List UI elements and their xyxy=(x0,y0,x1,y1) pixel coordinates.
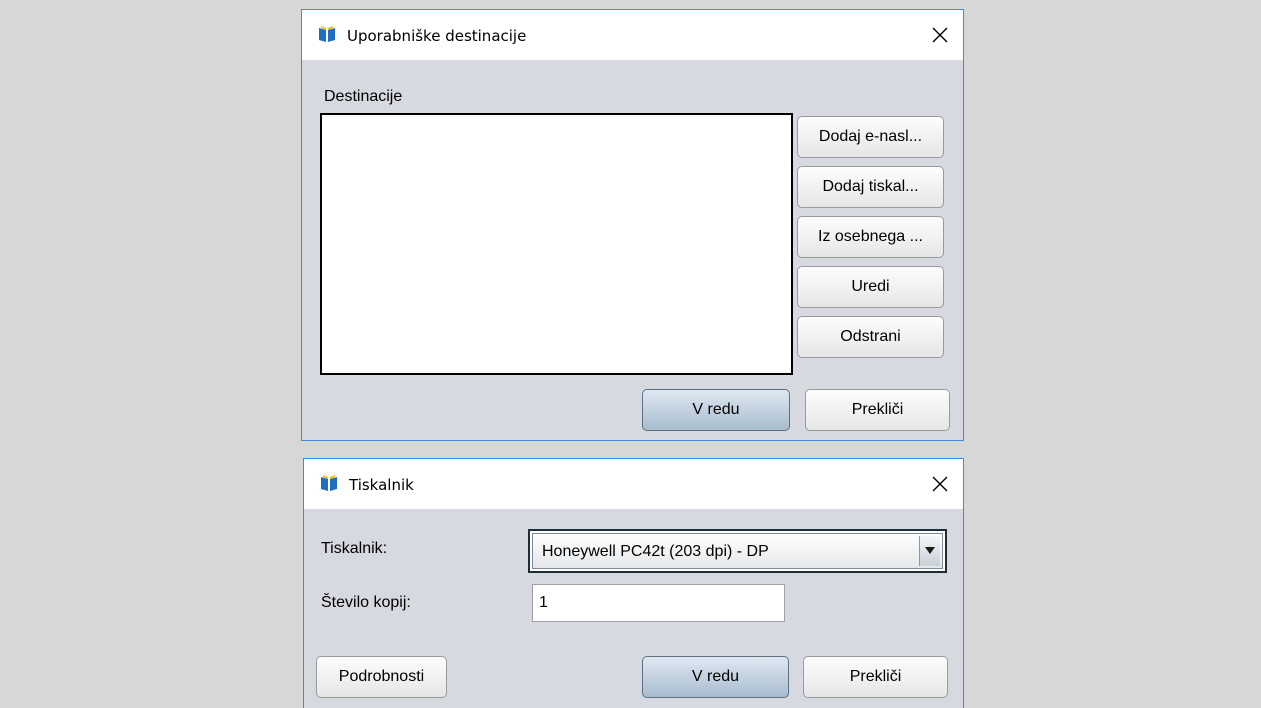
add-email-button[interactable]: Dodaj e-nasl... xyxy=(797,116,944,158)
close-button[interactable] xyxy=(917,459,963,509)
dialog-title: Uporabniške destinacije xyxy=(347,27,527,45)
close-button[interactable] xyxy=(917,10,963,60)
edit-button[interactable]: Uredi xyxy=(797,266,944,308)
copies-field[interactable] xyxy=(532,584,785,622)
printer-selected-value: Honeywell PC42t (203 dpi) - DP xyxy=(542,543,769,560)
cancel-button[interactable]: Prekliči xyxy=(805,389,950,431)
dialog-title: Tiskalnik xyxy=(349,476,414,494)
remove-button[interactable]: Odstrani xyxy=(797,316,944,358)
dropdown-arrow-button[interactable] xyxy=(919,536,940,566)
ok-button[interactable]: V redu xyxy=(642,389,790,431)
printer-titlebar[interactable]: Tiskalnik xyxy=(304,459,963,509)
destinations-dialog: Uporabniške destinacije Destinacije Doda… xyxy=(301,9,964,441)
close-icon xyxy=(932,476,948,492)
printer-select[interactable]: Honeywell PC42t (203 dpi) - DP xyxy=(528,529,947,573)
copies-input[interactable] xyxy=(533,585,784,621)
dropdown-arrow-icon xyxy=(925,547,935,554)
printer-dialog: Tiskalnik Tiskalnik: Honeywell PC42t (20… xyxy=(303,458,964,708)
app-book-icon xyxy=(321,475,337,491)
ok-button[interactable]: V redu xyxy=(642,656,789,698)
destinations-titlebar[interactable]: Uporabniške destinacije xyxy=(302,10,963,60)
close-icon xyxy=(932,27,948,43)
details-button[interactable]: Podrobnosti xyxy=(316,656,447,698)
from-personal-button[interactable]: Iz osebnega ... xyxy=(797,216,944,258)
printer-label: Tiskalnik: xyxy=(321,540,388,557)
cancel-button[interactable]: Prekliči xyxy=(803,656,948,698)
destinations-label: Destinacije xyxy=(324,88,403,105)
copies-label: Število kopij: xyxy=(321,594,411,611)
app-book-icon xyxy=(319,26,335,42)
destinations-list[interactable] xyxy=(320,113,793,375)
add-printer-button[interactable]: Dodaj tiskal... xyxy=(797,166,944,208)
